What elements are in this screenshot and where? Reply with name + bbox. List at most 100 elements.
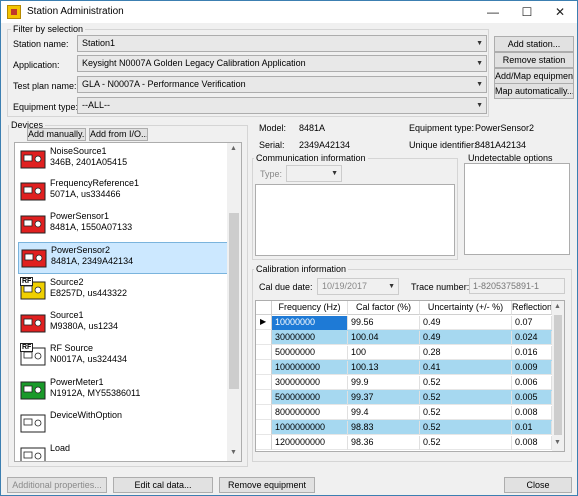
maximize-button[interactable]: ☐ — [511, 1, 543, 23]
table-cell[interactable]: 500000000 — [272, 391, 348, 405]
undetectable-options-list[interactable] — [464, 163, 570, 255]
calibration-table-scrollbar[interactable]: ▲ ▼ — [552, 301, 564, 451]
device-name: PowerMeter1 — [50, 377, 104, 387]
scroll-down-icon[interactable]: ▼ — [554, 439, 561, 446]
scroll-up-icon[interactable]: ▲ — [230, 145, 237, 152]
add-manually-button[interactable]: Add manually... — [27, 128, 86, 141]
table-cell[interactable]: 0.28 — [420, 346, 512, 360]
table-cell[interactable]: 0.006 — [512, 376, 552, 390]
device-list-item[interactable]: RF Source2 E8257D, us443322 — [18, 275, 228, 307]
table-cell[interactable]: 0.009 — [512, 361, 552, 375]
column-header[interactable]: Frequency (Hz) — [272, 301, 348, 315]
table-cell[interactable]: 50000000 — [272, 346, 348, 360]
table-cell[interactable]: 100.04 — [348, 331, 420, 345]
map-automatically-button[interactable]: Map automatically... — [494, 83, 574, 99]
table-cell[interactable]: 0.024 — [512, 331, 552, 345]
column-header[interactable]: Uncertainty (+/- %) — [420, 301, 512, 315]
application-select[interactable]: Keysight N0007A Golden Legacy Calibratio… — [77, 55, 487, 72]
row-header[interactable] — [256, 330, 272, 345]
device-list-item[interactable]: Source1 M9380A, us1234 — [18, 308, 228, 340]
unique-identifier-value: 8481A42134 — [475, 140, 527, 150]
device-list-scrollbar[interactable]: ▲ ▼ — [227, 143, 241, 461]
calibration-table-scroll-thumb[interactable] — [554, 315, 562, 435]
table-cell[interactable]: 0.005 — [512, 391, 552, 405]
table-cell[interactable]: 30000000 — [272, 331, 348, 345]
row-header[interactable] — [256, 405, 272, 420]
table-cell[interactable]: 0.008 — [512, 406, 552, 420]
column-header[interactable]: Cal factor (%) — [348, 301, 420, 315]
table-cell[interactable]: 98.36 — [348, 436, 420, 450]
test-plan-label: Test plan name: — [13, 81, 77, 91]
table-cell[interactable]: 100 — [348, 346, 420, 360]
device-name: RF Source — [50, 343, 94, 353]
station-name-select[interactable]: Station1 ▼ — [77, 35, 487, 52]
device-list-item[interactable]: PowerSensor1 8481A, 1550A07133 — [18, 209, 228, 241]
table-cell[interactable]: 99.4 — [348, 406, 420, 420]
edit-cal-data-button[interactable]: Edit cal data... — [113, 477, 213, 493]
table-cell[interactable]: 100000000 — [272, 361, 348, 375]
remove-equipment-button[interactable]: Remove equipment — [219, 477, 315, 493]
title-bar: Station Administration — ☐ ✕ — [1, 1, 577, 23]
close-window-button[interactable]: ✕ — [544, 1, 576, 23]
scroll-up-icon[interactable]: ▲ — [554, 303, 561, 310]
additional-properties-button[interactable]: Additional properties... — [7, 477, 107, 493]
table-cell[interactable]: 0.07 — [512, 316, 552, 330]
test-plan-value: GLA - N0007A - Performance Verification — [82, 79, 246, 89]
device-detail: 8481A, 2349A42134 — [51, 256, 134, 266]
table-cell[interactable]: 0.01 — [512, 421, 552, 435]
table-cell[interactable]: 0.49 — [420, 316, 512, 330]
row-header[interactable] — [256, 345, 272, 360]
table-cell[interactable]: 99.37 — [348, 391, 420, 405]
serial-label: Serial: — [259, 140, 285, 150]
device-list-item[interactable]: DeviceWithOption — [18, 408, 228, 440]
device-list-item[interactable]: PowerSensor2 8481A, 2349A42134 — [18, 242, 228, 274]
table-cell[interactable]: 0.52 — [420, 376, 512, 390]
device-list-item[interactable]: FrequencyReference1 5071A, us334466 — [18, 176, 228, 208]
row-header[interactable] — [256, 375, 272, 390]
row-header[interactable] — [256, 420, 272, 435]
generic-device-icon — [20, 410, 46, 436]
device-list-item[interactable]: NoiseSource1 346B, 2401A05415 — [18, 144, 228, 176]
table-cell[interactable]: 300000000 — [272, 376, 348, 390]
column-header[interactable]: Reflection co — [512, 301, 552, 315]
table-cell[interactable]: 0.52 — [420, 391, 512, 405]
remove-station-button[interactable]: Remove station — [494, 52, 574, 68]
table-cell[interactable]: 0.016 — [512, 346, 552, 360]
add-station-button[interactable]: Add station... — [494, 36, 574, 52]
row-header[interactable] — [256, 360, 272, 375]
table-cell[interactable]: 10000000 — [272, 316, 348, 330]
device-list-item[interactable]: RF RF Source N0017A, us324434 — [18, 341, 228, 373]
table-cell[interactable]: 800000000 — [272, 406, 348, 420]
device-list-item[interactable]: Load — [18, 441, 228, 461]
table-cell[interactable]: 0.49 — [420, 331, 512, 345]
table-cell[interactable]: 98.83 — [348, 421, 420, 435]
table-cell[interactable]: 100.13 — [348, 361, 420, 375]
table-cell[interactable]: 0.008 — [512, 436, 552, 450]
device-list-scroll-thumb[interactable] — [229, 213, 239, 389]
minimize-button[interactable]: — — [477, 1, 509, 23]
add-from-io-button[interactable]: Add from I/O... — [89, 128, 148, 141]
table-cell[interactable]: 1000000000 — [272, 421, 348, 435]
trace-number-field[interactable]: 1-8205375891-1 — [469, 278, 565, 294]
comm-type-select[interactable]: ▼ — [286, 165, 342, 182]
table-cell[interactable]: 1200000000 — [272, 436, 348, 450]
test-plan-select[interactable]: GLA - N0007A - Performance Verification … — [77, 76, 487, 93]
model-label: Model: — [259, 123, 287, 133]
current-row-icon: ▶ — [260, 317, 267, 326]
table-cell[interactable]: 0.52 — [420, 436, 512, 450]
equipment-type-select[interactable]: --ALL-- ▼ — [77, 97, 487, 114]
device-list-item[interactable]: PowerMeter1 N1912A, MY55386011 — [18, 375, 228, 407]
close-button[interactable]: Close — [504, 477, 572, 493]
row-header[interactable] — [256, 435, 272, 450]
row-header[interactable] — [256, 390, 272, 405]
table-cell[interactable]: 0.52 — [420, 421, 512, 435]
row-header[interactable]: ▶ — [256, 315, 272, 330]
add-map-equipment-button[interactable]: Add/Map equipment... — [494, 68, 574, 84]
equipment-type-value: --ALL-- — [82, 100, 111, 110]
scroll-down-icon[interactable]: ▼ — [230, 449, 237, 456]
table-cell[interactable]: 99.56 — [348, 316, 420, 330]
table-cell[interactable]: 0.52 — [420, 406, 512, 420]
table-cell[interactable]: 0.41 — [420, 361, 512, 375]
cal-due-date-picker[interactable]: 10/19/2017 ▼ — [317, 278, 399, 295]
table-cell[interactable]: 99.9 — [348, 376, 420, 390]
